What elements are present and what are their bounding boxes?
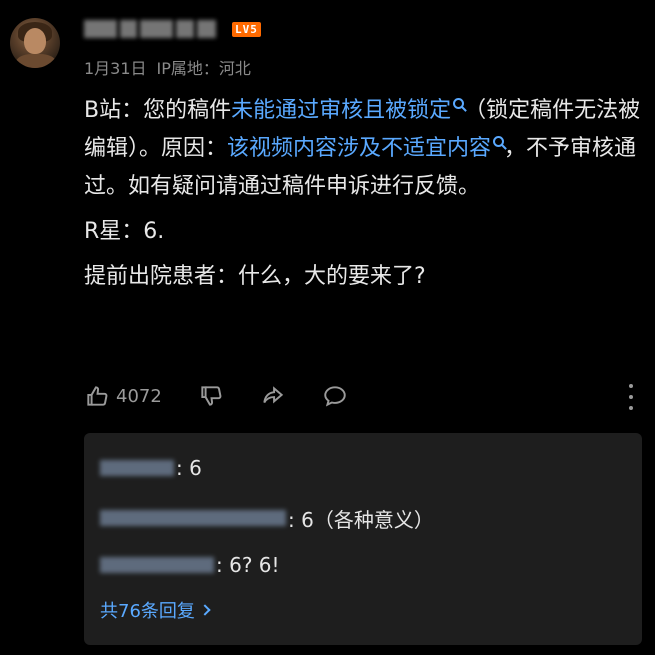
avatar-body [16,54,56,68]
reply-text: : 6 [176,456,202,480]
blur-segment [119,20,138,38]
share-button[interactable] [260,383,286,409]
username-blurred[interactable] [84,18,217,40]
blur-segment [84,20,117,38]
search-link-review-locked[interactable]: 未能通过审核且被锁定 [231,98,451,123]
more-options-button[interactable] [626,384,636,410]
blur-segment [196,20,217,38]
reply-panel: : 6 : 6（各种意义） : 6? 6! 共76条回复 [84,433,642,645]
avatar-face [24,28,46,54]
level-badge: LV5 [232,22,261,37]
reply-username-blurred[interactable] [100,510,286,526]
search-link-inappropriate[interactable]: 该视频内容涉及不适宜内容 [227,136,491,161]
search-icon [453,98,465,109]
thumbs-down-icon [201,386,222,406]
comment-meta: 1月31日 IP属地：河北 [84,55,251,79]
more-vertical-icon-dot [629,406,633,410]
blur-segment [140,20,174,38]
comment-paragraph-2: R星：6. [84,219,165,244]
reply-item[interactable]: : 6（各种意义） [100,503,434,533]
ip-location: IP属地：河北 [156,59,251,78]
comment-paragraph-3: 提前出院患者：什么，大的要来了? [84,264,426,289]
reply-text: : 6（各种意义） [288,507,434,532]
comment-paragraph-1: B站：您的稿件未能通过审核且被锁定 （锁定稿件无法被编辑）。原因：该视频内容涉及不… [84,92,644,206]
like-count: 4072 [116,385,162,407]
share-icon [263,386,283,404]
avatar[interactable] [10,18,60,68]
comment-body: B站：您的稿件未能通过审核且被锁定 （锁定稿件无法被编辑）。原因：该视频内容涉及不… [84,92,644,303]
reply-button[interactable] [322,383,348,409]
reply-username-blurred[interactable] [100,557,214,573]
reply-item[interactable]: : 6? 6! [100,550,280,580]
more-vertical-icon-dot [629,384,633,388]
like-button[interactable]: 4072 [84,383,162,409]
body-text: B站：您的稿件 [84,98,232,123]
view-all-replies-label: 共76条回复 [100,601,195,622]
chevron-right-icon [199,604,211,616]
dislike-button[interactable] [198,383,224,409]
thumbs-up-icon [87,386,108,406]
comment-date: 1月31日 [84,59,147,78]
comment-icon [324,386,346,407]
search-icon [493,136,505,147]
view-all-replies-link[interactable]: 共76条回复 [100,597,211,623]
blur-segment [176,20,194,38]
reply-text: : 6? 6! [216,553,280,577]
comment-actions: 4072 [84,380,644,412]
more-vertical-icon-dot [629,395,633,399]
reply-item[interactable]: : 6 [100,453,202,483]
reply-username-blurred[interactable] [100,460,174,476]
